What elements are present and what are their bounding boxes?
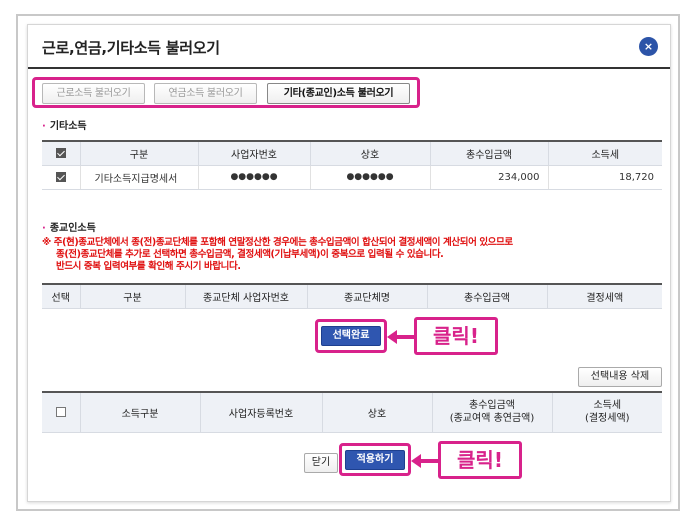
click-callout-1: 클릭! bbox=[414, 317, 498, 355]
delete-selected-button[interactable]: 선택내용 삭제 bbox=[578, 367, 662, 387]
col-total-label: 총수입금액 bbox=[469, 400, 515, 412]
col-total-sublabel: (종교여액 총연금액) bbox=[449, 413, 535, 425]
notice-line-1: ※ 주(현)종교단체에서 종(전)종교단체를 포함해 연말정산한 경우에는 총수… bbox=[42, 237, 513, 248]
col-total-amount: 총수입금액 (종교여액 총연금액) bbox=[431, 392, 552, 433]
col-income-type: 소득구분 bbox=[79, 392, 200, 433]
close-button[interactable]: 닫기 bbox=[304, 453, 338, 473]
title-divider bbox=[28, 67, 670, 69]
col-income-tax: 소득세 (결정세액) bbox=[551, 392, 662, 433]
bottom-select-all-checkbox[interactable] bbox=[42, 392, 80, 433]
col-name: 상호 bbox=[309, 141, 430, 166]
labor-income-button[interactable]: 근로소득 불러오기 bbox=[42, 83, 145, 104]
row-bizno: ●●●●●● bbox=[197, 165, 310, 190]
apply-button[interactable]: 적용하기 bbox=[345, 450, 405, 470]
row-checkbox[interactable] bbox=[42, 165, 80, 190]
col-tax-sublabel: (결정세액) bbox=[584, 413, 630, 425]
col-total: 총수입금액 bbox=[426, 284, 547, 309]
select-done-button[interactable]: 선택완료 bbox=[321, 326, 381, 346]
select-all-checkbox[interactable] bbox=[42, 141, 80, 166]
other-income-button[interactable]: 기타(종교인)소득 불러오기 bbox=[267, 83, 410, 104]
col-tax-label: 소득세 bbox=[593, 400, 622, 412]
col-type: 구분 bbox=[79, 141, 198, 166]
col-religious-name: 종교단체명 bbox=[306, 284, 427, 309]
col-bizno: 사업자번호 bbox=[197, 141, 310, 166]
col-type: 구분 bbox=[79, 284, 185, 309]
arrow-1 bbox=[387, 330, 414, 344]
close-icon[interactable]: × bbox=[639, 37, 658, 56]
col-name: 상호 bbox=[321, 392, 432, 433]
col-total: 총수입금액 bbox=[429, 141, 548, 166]
col-bizreg-no: 사업자등록번호 bbox=[199, 392, 322, 433]
row-tax: 18,720 bbox=[547, 165, 662, 190]
religious-income-table: 선택 구분 종교단체 사업자번호 종교단체명 총수입금액 결정세액 bbox=[42, 283, 662, 309]
col-decided-tax: 결정세액 bbox=[546, 284, 662, 309]
duplicate-entry-notice: ※ 주(현)종교단체에서 종(전)종교단체를 포함해 연말정산한 경우에는 총수… bbox=[42, 237, 662, 273]
selected-income-table: 소득구분 사업자등록번호 상호 총수입금액 (종교여액 총연금액) 소득세 (결… bbox=[42, 391, 662, 433]
other-income-table: 구분 사업자번호 상호 총수입금액 소득세 기타소득지급명세서 ●●●●●● ●… bbox=[42, 140, 662, 190]
notice-line-2: 종(전)종교단체를 추가로 선택하면 총수입금액, 결정세액(기납부세액)이 중… bbox=[56, 249, 444, 260]
dialog-title: 근로,연금,기타소득 불러오기 bbox=[42, 39, 220, 57]
row-total: 234,000 bbox=[429, 165, 548, 190]
click-callout-2: 클릭! bbox=[438, 441, 522, 479]
row-type: 기타소득지급명세서 bbox=[79, 165, 198, 190]
notice-line-3: 반드시 중복 입력여부를 확인해 주시기 바랍니다. bbox=[56, 261, 241, 272]
row-name: ●●●●●● bbox=[309, 165, 430, 190]
col-select: 선택 bbox=[42, 284, 80, 309]
col-tax: 소득세 bbox=[547, 141, 662, 166]
table-row[interactable]: 기타소득지급명세서 ●●●●●● ●●●●●● 234,000 18,720 bbox=[42, 165, 662, 190]
income-import-dialog: 근로,연금,기타소득 불러오기 × 근로소득 불러오기 연금소득 불러오기 기타… bbox=[27, 24, 671, 502]
col-religious-bizno: 종교단체 사업자번호 bbox=[184, 284, 307, 309]
religious-income-section-title: · 종교인소득 bbox=[42, 223, 96, 234]
pension-income-button[interactable]: 연금소득 불러오기 bbox=[154, 83, 257, 104]
arrow-2 bbox=[411, 454, 438, 468]
other-income-section-title: · 기타소득 bbox=[42, 121, 87, 132]
